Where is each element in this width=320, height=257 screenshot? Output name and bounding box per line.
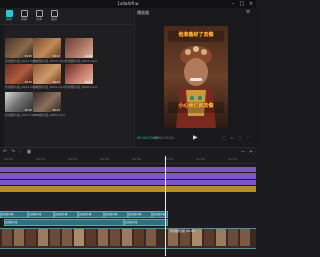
- tab-media[interactable]: 媒体: [2, 10, 16, 23]
- video-frame-thumb: [74, 229, 84, 246]
- text-icon: [35, 10, 43, 17]
- video-frame-thumb: [38, 229, 48, 246]
- video-frame-thumb: [204, 229, 214, 246]
- tab-text[interactable]: 文本: [32, 10, 46, 23]
- audio-track-1[interactable]: [0, 167, 256, 172]
- video-frame-thumb: [86, 229, 96, 246]
- crop-icon[interactable]: ⬚: [222, 135, 226, 140]
- media-clip-name: TVB剧片段_0008.mp4: [33, 113, 65, 117]
- zoom-out-icon[interactable]: −: [240, 149, 246, 155]
- media-clip-thumbnail[interactable]: 00:03: [33, 64, 61, 84]
- subtitle-clip[interactable]: 连续剧字幕: [124, 219, 168, 226]
- ruler-tick: 00:30: [100, 157, 109, 161]
- sticker-icon: [50, 10, 58, 17]
- video-frame-thumb: [240, 229, 250, 246]
- video-frame-thumb: [134, 229, 144, 246]
- fullscreen-icon[interactable]: ⛶: [238, 135, 241, 140]
- delete-icon[interactable]: ▣: [26, 149, 32, 155]
- video-frame-thumb: [146, 229, 156, 246]
- media-clip-thumbnail[interactable]: 00:05: [5, 38, 33, 58]
- preview-caption-bottom: 小心我们就去做: [178, 103, 214, 109]
- media-icon: [5, 10, 13, 17]
- audio-icon: [20, 10, 28, 17]
- undo-icon[interactable]: ↶: [2, 149, 8, 155]
- tab-sticker[interactable]: 贴纸: [47, 10, 61, 23]
- player-title: 播放器: [137, 10, 149, 15]
- close-icon[interactable]: ×: [248, 1, 254, 7]
- video-frame-thumb: [122, 229, 132, 246]
- split-icon[interactable]: ⋮: [18, 149, 24, 155]
- ruler-tick: 01:10: [228, 157, 237, 161]
- media-clip-name: 影视剧片段_0005.mp4: [33, 85, 65, 89]
- media-clip-thumbnail[interactable]: 00:06: [65, 38, 93, 58]
- maximize-icon[interactable]: □: [239, 1, 245, 7]
- video-frame-thumb: [228, 229, 238, 246]
- ruler-tick: 00:10: [36, 157, 45, 161]
- total-time: 00:01:15:01: [153, 136, 175, 140]
- video-frame-thumb: [98, 229, 108, 246]
- subtitle-clip[interactable]: 连续剧字幕: [78, 211, 104, 218]
- video-frame-thumb: [216, 229, 226, 246]
- ruler-tick: 00:20: [68, 157, 77, 161]
- media-clip-thumbnail[interactable]: 00:04: [33, 38, 61, 58]
- media-clip-thumbnail[interactable]: 00:04: [33, 92, 61, 112]
- audio-track-2[interactable]: [0, 173, 256, 179]
- preview-caption-top: 他准备好了去做: [178, 32, 214, 38]
- subtitle-clip[interactable]: 连续剧字幕: [28, 211, 54, 218]
- audio-track-4[interactable]: [0, 186, 256, 192]
- zoom-in-icon[interactable]: +: [248, 149, 254, 155]
- subtitle-clip[interactable]: 连续剧字幕: [4, 219, 124, 226]
- play-button[interactable]: ▶: [193, 134, 198, 141]
- tab-audio[interactable]: 音频: [17, 10, 31, 23]
- minimize-icon[interactable]: –: [230, 1, 236, 7]
- redo-icon[interactable]: ↷: [10, 149, 16, 155]
- video-frame-thumb: [2, 229, 12, 246]
- window-title: 1x0a4rfi.w: [117, 1, 139, 6]
- ruler-tick: 01:00: [196, 157, 205, 161]
- subtitle-clip[interactable]: 连续剧字幕: [54, 211, 78, 218]
- video-frame-thumb: [110, 229, 120, 246]
- playhead[interactable]: [165, 156, 166, 256]
- video-frame-thumb: [26, 229, 36, 246]
- video-preview[interactable]: 他准备好了去做 小心我们就去做: [164, 26, 228, 128]
- subtitle-clip[interactable]: 连续剧字幕: [128, 211, 152, 218]
- audio-track-3[interactable]: [0, 180, 256, 185]
- video-frame-thumb: [62, 229, 72, 246]
- subtitle-clip[interactable]: 连续剧字幕: [104, 211, 128, 218]
- preview-frame-image: [164, 26, 228, 128]
- settings-icon[interactable]: ⋯: [247, 135, 251, 140]
- media-sidebar: [0, 25, 4, 147]
- video-clip-label: 影视剧片段 00:05: [170, 229, 195, 233]
- video-frame-thumb: [50, 229, 60, 246]
- media-clip-thumbnail[interactable]: 00:05: [5, 92, 33, 112]
- media-clip-thumbnail[interactable]: 00:07: [65, 64, 93, 84]
- ratio-icon[interactable]: ▭: [230, 135, 234, 140]
- ruler-tick: 00:40: [132, 157, 141, 161]
- menu-icon[interactable]: ≡: [246, 9, 250, 15]
- subtitle-clip[interactable]: 连续剧字幕: [0, 211, 28, 218]
- media-clip-thumbnail[interactable]: 00:05: [5, 64, 33, 84]
- video-frame-thumb: [14, 229, 24, 246]
- media-clip-name: 影视剧片段_0006.mp4: [65, 85, 97, 89]
- ruler-tick: 00:00: [4, 157, 13, 161]
